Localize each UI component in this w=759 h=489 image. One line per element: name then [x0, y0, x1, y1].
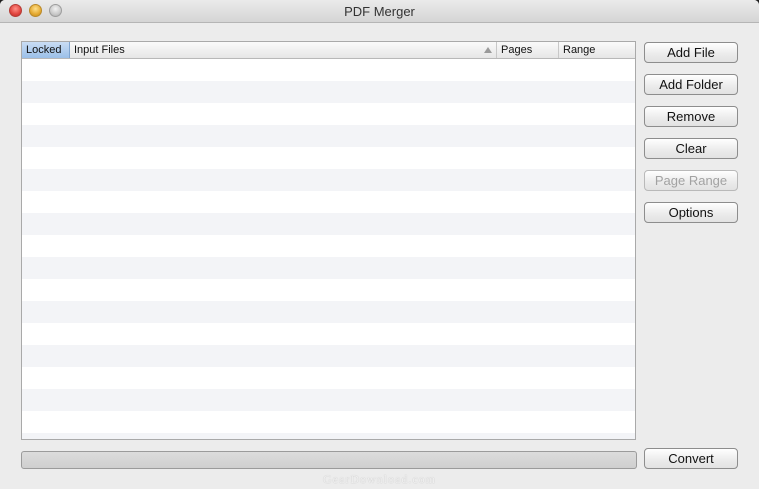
app-window: PDF Merger Locked Input Files Pages Rang… — [0, 0, 759, 489]
add-folder-button[interactable]: Add Folder — [644, 74, 738, 95]
column-header-pages[interactable]: Pages — [497, 42, 559, 58]
add-file-button[interactable]: Add File — [644, 42, 738, 63]
table-row — [22, 213, 635, 235]
table-row — [22, 323, 635, 345]
column-header-range-label: Range — [563, 44, 596, 56]
close-window-button[interactable] — [9, 4, 22, 17]
column-header-input-files[interactable]: Input Files — [70, 42, 497, 58]
progress-bar — [21, 451, 637, 469]
clear-button[interactable]: Clear — [644, 138, 738, 159]
page-range-button[interactable]: Page Range — [644, 170, 738, 191]
table-row — [22, 103, 635, 125]
table-row — [22, 389, 635, 411]
column-header-pages-label: Pages — [501, 44, 533, 56]
minimize-window-button[interactable] — [29, 4, 42, 17]
table-row — [22, 147, 635, 169]
column-header-locked[interactable]: Locked — [22, 42, 70, 58]
table-row — [22, 345, 635, 367]
remove-button[interactable]: Remove — [644, 106, 738, 127]
watermark: GearDownload.com — [323, 472, 436, 486]
table-row — [22, 279, 635, 301]
options-button[interactable]: Options — [644, 202, 738, 223]
title-bar[interactable]: PDF Merger — [0, 0, 759, 23]
table-row — [22, 367, 635, 389]
table-header: Locked Input Files Pages Range — [22, 42, 635, 59]
convert-button[interactable]: Convert — [644, 448, 738, 469]
input-files-table[interactable]: Locked Input Files Pages Range — [21, 41, 636, 440]
table-row — [22, 169, 635, 191]
table-row — [22, 59, 635, 81]
table-row — [22, 235, 635, 257]
table-body[interactable] — [22, 59, 635, 439]
column-header-input-files-label: Input Files — [74, 44, 125, 56]
sort-ascending-icon — [484, 47, 492, 53]
table-row — [22, 433, 635, 439]
table-row — [22, 411, 635, 433]
table-row — [22, 257, 635, 279]
table-row — [22, 191, 635, 213]
window-title: PDF Merger — [344, 4, 415, 19]
table-row — [22, 81, 635, 103]
table-row — [22, 301, 635, 323]
zoom-window-button[interactable] — [49, 4, 62, 17]
column-header-locked-label: Locked — [26, 44, 62, 56]
table-row — [22, 125, 635, 147]
column-header-range[interactable]: Range — [559, 42, 635, 58]
